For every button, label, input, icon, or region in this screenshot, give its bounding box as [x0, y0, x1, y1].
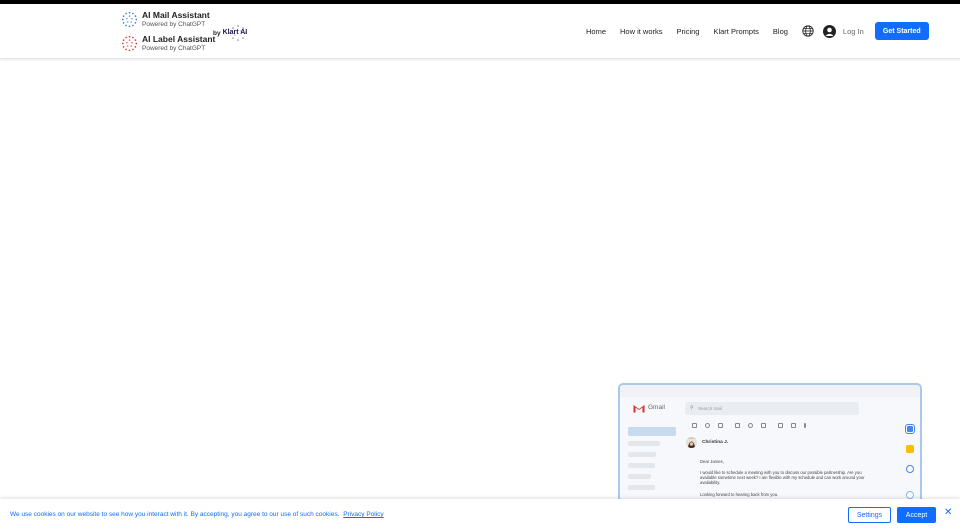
cookie-text: We use cookies on our website to see how… [10, 511, 340, 518]
report-icon [705, 423, 710, 428]
label-icon [791, 423, 796, 428]
sidebar-compose-placeholder [628, 427, 676, 436]
by-label: by [213, 29, 221, 37]
gmail-toolbar [692, 423, 814, 428]
klart-ai-byline[interactable]: by Klart AI [213, 24, 251, 42]
brand-title: AI Mail Assistant [142, 9, 210, 20]
label-assistant-logo-icon [121, 35, 138, 52]
sidebar-item-placeholder [628, 485, 655, 490]
search-icon: ⚲ [690, 405, 694, 411]
delete-icon [718, 423, 723, 428]
brand-label-assistant[interactable]: AI Label Assistant Powered by ChatGPT [121, 33, 215, 54]
tasks-icon [906, 465, 914, 473]
nav-blog[interactable]: Blog [773, 27, 788, 36]
email-closing: Looking forward to hearing back from you… [700, 492, 779, 497]
get-started-button[interactable]: Get Started [874, 22, 929, 40]
mark-unread-icon [735, 423, 740, 428]
brand-subtitle: Powered by ChatGPT [142, 44, 206, 52]
nav-pricing[interactable]: Pricing [677, 27, 700, 36]
cookie-banner: We use cookies on our website to see how… [0, 499, 960, 531]
gmail-preview-card: Gmail ⚲ Search mail Christina J. Dear Ja… [618, 383, 922, 503]
main-nav: Home How it works Pricing Klart Prompts … [586, 22, 929, 40]
brand-subtitle: Powered by ChatGPT [142, 20, 206, 28]
calendar-icon [905, 424, 915, 434]
nav-home[interactable]: Home [586, 27, 606, 36]
nav-how-it-works[interactable]: How it works [620, 27, 663, 36]
add-task-icon [761, 423, 766, 428]
loading-icon [906, 491, 914, 499]
site-header: AI Mail Assistant Powered by ChatGPT AI … [0, 4, 960, 59]
sender-name: Christina J. [702, 440, 729, 445]
move-to-icon [778, 423, 783, 428]
globe-icon[interactable] [802, 25, 814, 37]
brand-title: AI Label Assistant [142, 33, 216, 44]
brand-block[interactable]: AI Mail Assistant Powered by ChatGPT AI … [121, 9, 215, 57]
sender-avatar [686, 437, 697, 448]
email-body: I would like to schedule a meeting with … [700, 470, 865, 486]
cookie-message: We use cookies on our website to see how… [10, 511, 384, 518]
nav-klart-prompts[interactable]: Klart Prompts [713, 27, 758, 36]
gmail-search-placeholder: Search mail [698, 405, 722, 411]
sidebar-item-placeholder [628, 452, 656, 457]
snooze-icon [748, 423, 753, 428]
keep-icon [906, 445, 914, 453]
mail-assistant-logo-icon [121, 11, 138, 28]
close-icon[interactable]: ✕ [944, 508, 952, 518]
cookie-settings-button[interactable]: Settings [848, 507, 891, 523]
email-greeting: Dear James, [700, 459, 724, 464]
more-icon [804, 423, 806, 428]
brand-mail-assistant[interactable]: AI Mail Assistant Powered by ChatGPT [121, 9, 215, 30]
gmail-app-name: Gmail [648, 404, 665, 411]
cookie-accept-button[interactable]: Accept [897, 507, 936, 523]
klart-ai-logo-icon: Klart AI [223, 24, 251, 42]
sidebar-item-placeholder [628, 474, 651, 479]
gmail-logo-icon [633, 405, 645, 413]
preview-top-bar [620, 385, 920, 397]
archive-icon [692, 423, 697, 428]
user-avatar-icon[interactable] [822, 24, 836, 38]
login-link[interactable]: Log In [843, 27, 864, 36]
sidebar-item-placeholder [628, 463, 655, 468]
sidebar-item-placeholder [628, 441, 660, 446]
klart-ai-text: Klart AI [222, 29, 248, 36]
privacy-policy-link[interactable]: Privacy Policy [343, 511, 383, 518]
